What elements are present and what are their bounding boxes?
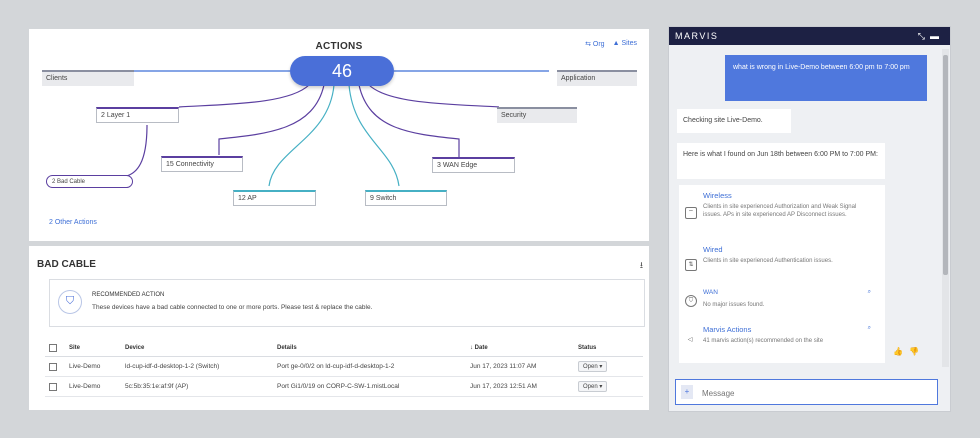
cell-details: Port ge-0/0/2 on ld-cup-idf-d-desktop-1-… (273, 356, 466, 377)
status-dropdown[interactable]: Open ▾ (578, 361, 608, 372)
node-switch[interactable]: 9 Switch (365, 190, 447, 206)
status-label: Open (583, 364, 598, 370)
status-dropdown[interactable]: Open ▾ (578, 381, 608, 392)
feedback-icon[interactable]: ⌕ (868, 325, 871, 332)
col-status[interactable]: Status (574, 340, 643, 357)
cell-device-link[interactable]: ld-cup-idf-d-desktop-1-2 (Switch) (121, 356, 273, 377)
table-header-row: Site Device Details ↓ Date Status (45, 340, 643, 357)
thumbs-up-icon[interactable]: 👍 (893, 347, 909, 356)
scrollbar-thumb[interactable] (943, 55, 948, 275)
cell-device-link[interactable]: 5c:5b:35:1e:af:9f (AP) (121, 376, 273, 397)
shield-icon: ⛉ (58, 290, 82, 314)
category-title[interactable]: Wireless (703, 191, 732, 200)
node-clients[interactable]: Clients (42, 70, 134, 86)
actions-panel: ACTIONS ⇆ Org ▲ Sites 46 Clients Applica… (29, 29, 649, 241)
col-device[interactable]: Device (121, 340, 273, 357)
node-ap[interactable]: 12 AP (233, 190, 316, 206)
recommended-action-text: These devices have a bad cable connected… (92, 304, 373, 311)
row-checkbox[interactable] (49, 362, 57, 371)
plus-icon[interactable]: + (681, 385, 693, 399)
download-icon[interactable]: ⭳ (640, 258, 643, 274)
row-checkbox[interactable] (49, 382, 57, 391)
minimize-icon[interactable]: ▬ (930, 31, 944, 41)
other-actions-link[interactable]: 2 Other Actions (49, 219, 97, 226)
col-site[interactable]: Site (65, 340, 121, 357)
cell-date: Jun 17, 2023 12:51 AM (466, 376, 574, 397)
category-desc: 41 marvis action(s) recommended on the s… (703, 338, 824, 344)
node-security[interactable]: Security (497, 107, 577, 123)
user-message: what is wrong in Live-Demo between 6:00 … (725, 55, 927, 101)
switch-icon: ⇅ (685, 259, 697, 271)
category-title[interactable]: Marvis Actions (703, 325, 751, 334)
cell-site: Live-Demo (65, 356, 121, 377)
toggle-sites-label: Sites (621, 40, 637, 47)
category-desc: Clients in site experienced Authorizatio… (703, 204, 857, 218)
recommended-action-box: ⛉ RECOMMENDED ACTION These devices have … (49, 279, 645, 327)
recommended-action-header: RECOMMENDED ACTION (92, 292, 165, 298)
node-connectivity[interactable]: 15 Connectivity (161, 156, 243, 172)
feedback-thumbs: 👍👎 (893, 347, 925, 356)
feedback-icon[interactable]: ⌕ (868, 289, 871, 296)
actions-total-bubble[interactable]: 46 (290, 56, 394, 86)
toggle-sites[interactable]: ▲ Sites (613, 40, 637, 48)
marvis-panel: MARVIS ⤡▬ what is wrong in Live-Demo bet… (668, 26, 951, 412)
cell-details: Port Gi1/0/19 on CORP-C-SW-1.mistLocal (273, 376, 466, 397)
bad-cable-panel: BAD CABLE ⭳ ⛉ RECOMMENDED ACTION These d… (29, 246, 649, 410)
category-desc: Clients in site experienced Authenticati… (703, 258, 833, 264)
expand-icon[interactable]: ⤡ (918, 31, 930, 41)
table-row[interactable]: Live-Demo 5c:5b:35:1e:af:9f (AP) Port Gi… (45, 376, 643, 397)
bad-cable-table: Site Device Details ↓ Date Status Live-D… (45, 340, 643, 397)
category-title[interactable]: Wired (703, 245, 723, 254)
cell-date: Jun 17, 2023 11:07 AM (466, 356, 574, 377)
node-layer1[interactable]: 2 Layer 1 (96, 107, 179, 123)
col-date[interactable]: ↓ Date (466, 340, 574, 357)
message-input-row: + (675, 379, 938, 405)
actions-title: ACTIONS (315, 41, 363, 52)
view-toggle: ⇆ Org ▲ Sites (585, 40, 637, 48)
results-card: ⌔ Wireless Clients in site experienced A… (679, 185, 885, 363)
node-bad-cable[interactable]: 2 Bad Cable (46, 175, 133, 188)
bot-message-found: Here is what I found on Jun 18th between… (677, 143, 885, 179)
col-details[interactable]: Details (273, 340, 466, 357)
bad-cable-title: BAD CABLE (37, 259, 96, 270)
table-row[interactable]: Live-Demo ld-cup-idf-d-desktop-1-2 (Swit… (45, 356, 643, 377)
bot-message-checking: Checking site Live-Demo. (677, 109, 791, 133)
select-all-checkbox[interactable] (49, 344, 57, 352)
marvis-header: MARVIS ⤡▬ (669, 27, 950, 45)
cell-site: Live-Demo (65, 376, 121, 397)
category-desc: No major issues found. (703, 302, 765, 308)
actions-icon: ◁ (687, 337, 693, 343)
wifi-icon: ⌔ (685, 207, 697, 219)
message-input[interactable] (700, 383, 934, 403)
toggle-org[interactable]: ⇆ Org (585, 40, 604, 48)
marvis-title: MARVIS (675, 31, 719, 41)
status-label: Open (583, 384, 598, 390)
node-application[interactable]: Application (557, 70, 637, 86)
chat-scrollbar[interactable] (942, 49, 949, 367)
toggle-org-label: Org (592, 41, 605, 48)
wan-icon: ⛉ (685, 295, 697, 307)
category-title[interactable]: WAN (703, 289, 718, 296)
thumbs-down-icon[interactable]: 👎 (909, 347, 925, 356)
node-wan-edge[interactable]: 3 WAN Edge (432, 157, 515, 173)
col-date-label: Date (474, 345, 488, 351)
